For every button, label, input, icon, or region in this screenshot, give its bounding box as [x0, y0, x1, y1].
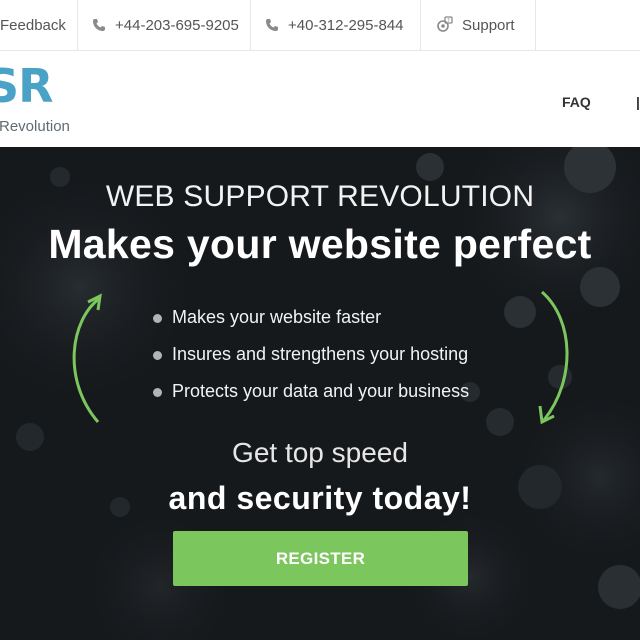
feedback-label: Feedback — [0, 16, 66, 34]
feedback-link[interactable]: Feedback — [0, 0, 78, 50]
benefit-item: Insures and strengthens your hosting — [153, 344, 469, 381]
phone-icon — [265, 18, 279, 32]
bullet-icon — [153, 388, 162, 397]
register-button[interactable]: REGISTER — [173, 531, 468, 586]
logo-mark: SR — [0, 59, 54, 113]
hero-kicker: WEB SUPPORT REVOLUTION — [105, 180, 535, 213]
benefit-text: Makes your website faster — [172, 307, 382, 327]
cta-subheading: Get top speed — [232, 437, 408, 468]
main-navbar: SR Revolution FAQ | — [0, 51, 640, 147]
benefit-text: Protects your data and your business — [172, 381, 470, 401]
support-link[interactable]: ? Support — [421, 0, 536, 50]
nav-item-cut-off[interactable]: | — [636, 94, 640, 110]
phone-link-ro[interactable]: +40-312-295-844 — [251, 0, 421, 50]
benefit-item: Makes your website faster — [153, 307, 469, 344]
bullet-icon — [153, 314, 162, 323]
right-curved-arrow-icon — [538, 290, 569, 425]
left-curved-arrow-icon — [72, 293, 102, 423]
cta-heading: and security today! — [168, 480, 472, 516]
hero-headline: Makes your website perfect — [48, 221, 592, 267]
benefit-text: Insures and strengthens your hosting — [172, 344, 469, 364]
support-label: Support — [462, 16, 515, 34]
phone-icon — [92, 18, 106, 32]
nav-item-faq[interactable]: FAQ — [562, 94, 591, 110]
phone-number-uk: +44-203-695-9205 — [115, 16, 239, 34]
benefit-item: Protects your data and your business — [153, 381, 469, 418]
benefits-list: Makes your website faster Insures and st… — [153, 307, 469, 418]
top-contact-bar: Feedback +44-203-695-9205 +40-312-295-84… — [0, 0, 640, 51]
svg-text:?: ? — [447, 18, 450, 24]
logo-subtitle: Revolution — [0, 118, 70, 135]
phone-link-uk[interactable]: +44-203-695-9205 — [78, 0, 251, 50]
hero-banner: WEB SUPPORT REVOLUTION Makes your websit… — [0, 147, 640, 640]
bullet-icon — [153, 351, 162, 360]
phone-number-ro: +40-312-295-844 — [288, 16, 404, 34]
support-icon: ? — [435, 16, 453, 34]
